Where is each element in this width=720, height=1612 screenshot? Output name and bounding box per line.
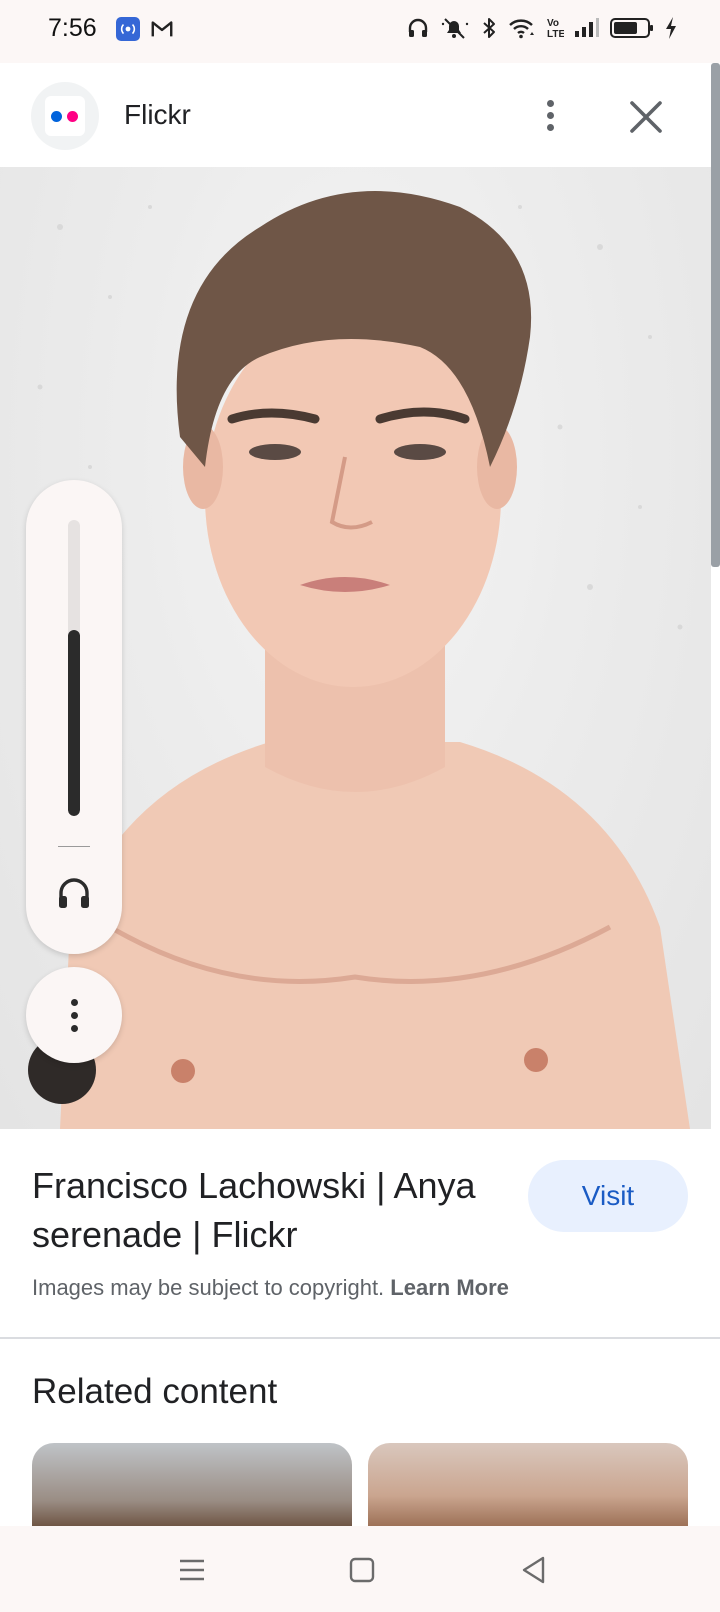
kebab-dot (546, 123, 554, 131)
headphones-icon[interactable] (55, 874, 93, 912)
kebab-dot (70, 1024, 78, 1032)
volume-level (68, 629, 80, 816)
section-divider (0, 1337, 720, 1339)
flickr-logo[interactable] (31, 82, 99, 150)
scrollbar[interactable] (711, 63, 720, 567)
headphones-icon (408, 18, 428, 37)
copyright-notice: Images may be subject to copyright. Lear… (32, 1275, 509, 1301)
status-icons: Vo LTE (406, 16, 678, 40)
charging-icon (666, 17, 676, 39)
kebab-dot (70, 1011, 78, 1019)
status-time: 7:56 (48, 14, 97, 42)
volte-icon: Vo LTE (547, 18, 564, 40)
recent-apps-icon[interactable] (172, 1550, 212, 1590)
site-name: Flickr (124, 99, 191, 130)
visit-button[interactable]: Visit (528, 1160, 688, 1232)
related-thumbnail[interactable] (32, 1443, 352, 1539)
close-icon[interactable] (624, 95, 668, 139)
home-icon[interactable] (342, 1550, 382, 1590)
volume-divider (58, 846, 90, 847)
flickr-blue-dot (51, 111, 62, 122)
back-icon[interactable] (514, 1550, 554, 1590)
related-title: Related content (32, 1372, 278, 1411)
kebab-dot (546, 99, 554, 107)
copyright-text: Images may be subject to copyright. (32, 1275, 385, 1300)
kebab-dot (70, 998, 78, 1006)
mute-icon (441, 18, 469, 39)
viewer-header: Flickr (0, 63, 720, 167)
wifi-icon (509, 19, 534, 39)
signal-icon (575, 18, 599, 37)
gmail-icon (151, 21, 173, 37)
status-bar: 7:56 Vo LTE (0, 0, 720, 63)
kebab-dot (546, 111, 554, 119)
bluetooth-icon (483, 18, 495, 38)
battery-icon (610, 18, 653, 38)
volume-more-icon[interactable] (26, 967, 122, 1063)
more-options-icon[interactable] (530, 93, 570, 137)
volume-slider[interactable] (68, 520, 80, 816)
learn-more-link[interactable]: Learn More (390, 1275, 509, 1300)
related-thumbnail[interactable] (368, 1443, 688, 1539)
image-title[interactable]: Francisco Lachowski | Anya serenade | Fl… (32, 1161, 512, 1259)
hotspot-icon (116, 17, 140, 41)
volume-panel (26, 480, 122, 954)
image-info: Francisco Lachowski | Anya serenade | Fl… (0, 1129, 720, 1339)
svg-text:LTE: LTE (547, 29, 564, 40)
flickr-logo-inner (45, 96, 85, 136)
system-nav-bar (0, 1526, 720, 1612)
svg-text:Vo: Vo (547, 18, 559, 29)
flickr-pink-dot (67, 111, 78, 122)
